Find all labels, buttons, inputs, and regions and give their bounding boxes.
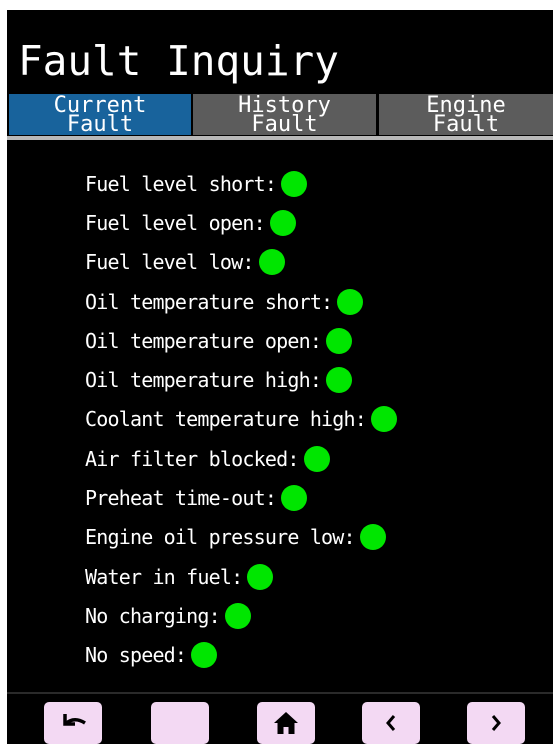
fault-tabs: Current Fault History Fault Engine Fault	[7, 94, 553, 135]
fault-label: Oil temperature short:	[85, 289, 333, 314]
status-indicator-icon	[337, 288, 364, 315]
tab-divider	[7, 136, 553, 140]
fault-row-oil-temperature-high: Oil temperature high:	[85, 360, 397, 399]
tab-label-line2: Fault	[432, 112, 500, 136]
back-arrow-icon	[63, 714, 86, 726]
status-indicator-icon	[326, 367, 353, 394]
fault-row-engine-oil-pressure-low: Engine oil pressure low:	[85, 518, 397, 557]
home-icon	[274, 712, 298, 734]
fault-row-coolant-temperature-high: Coolant temperature high:	[85, 400, 398, 439]
fault-label: Preheat time-out:	[85, 486, 277, 511]
status-indicator-icon	[326, 327, 353, 354]
chevron-left-icon	[386, 715, 396, 731]
fault-label: Fuel level low:	[85, 250, 254, 275]
status-indicator-icon	[303, 445, 330, 472]
previous-page-button[interactable]	[362, 702, 420, 744]
page-title: Fault Inquiry	[18, 37, 339, 85]
fault-label: No speed:	[85, 643, 187, 668]
fault-inquiry-screen: Fault Inquiry Current Fault History Faul…	[7, 10, 553, 744]
fault-row-oil-temperature-open: Oil temperature open:	[85, 321, 397, 360]
status-indicator-icon	[247, 563, 274, 590]
back-button[interactable]	[44, 702, 102, 744]
tab-current-fault[interactable]: Current Fault	[9, 94, 191, 135]
status-indicator-icon	[359, 524, 386, 551]
fault-row-oil-temperature-short: Oil temperature short:	[85, 282, 397, 321]
next-page-button[interactable]	[467, 702, 525, 744]
bottom-nav-bar	[7, 692, 553, 744]
status-indicator-icon	[258, 249, 285, 276]
fault-label: Fuel level open:	[85, 210, 266, 235]
fault-label: No charging:	[85, 603, 221, 628]
fault-row-no-speed: No speed:	[85, 636, 397, 675]
fault-row-no-charging: No charging:	[85, 596, 397, 635]
home-button[interactable]	[257, 702, 315, 744]
fault-label: Oil temperature open:	[85, 328, 322, 353]
fault-row-fuel-level-short: Fuel level short:	[85, 164, 397, 203]
status-indicator-icon	[224, 602, 251, 629]
status-indicator-icon	[269, 209, 296, 236]
status-indicator-icon	[191, 642, 218, 669]
fault-list: Fuel level short: Fuel level open: Fuel …	[85, 164, 398, 675]
tab-engine-fault[interactable]: Engine Fault	[379, 94, 553, 135]
status-indicator-icon	[281, 485, 308, 512]
blank-button[interactable]	[151, 702, 209, 744]
fault-label: Oil temperature high:	[85, 368, 322, 393]
fault-row-preheat-time-out: Preheat time-out:	[85, 478, 397, 517]
fault-row-air-filter-blocked: Air filter blocked:	[85, 439, 397, 478]
fault-row-water-in-fuel: Water in fuel:	[85, 557, 397, 596]
bottom-divider	[7, 692, 553, 694]
tab-history-fault[interactable]: History Fault	[193, 94, 376, 135]
status-indicator-icon	[371, 406, 398, 433]
fault-label: Engine oil pressure low:	[85, 525, 356, 550]
tab-label-line2: Fault	[251, 112, 318, 136]
tab-label-line2: Fault	[66, 112, 134, 136]
fault-label: Air filter blocked:	[85, 446, 299, 471]
fault-row-fuel-level-low: Fuel level low:	[85, 243, 397, 282]
fault-row-fuel-level-open: Fuel level open:	[85, 203, 397, 242]
fault-label: Fuel level short:	[85, 171, 277, 196]
chevron-right-icon	[491, 715, 501, 731]
status-indicator-icon	[281, 170, 308, 197]
fault-label: Coolant temperature high:	[85, 407, 367, 432]
fault-label: Water in fuel:	[85, 564, 243, 589]
